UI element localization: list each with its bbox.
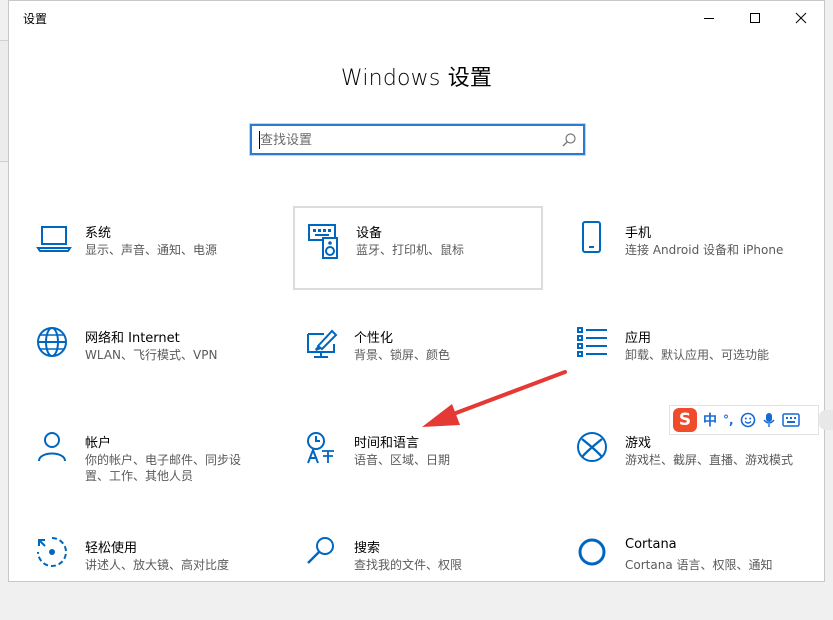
emoji-icon[interactable] — [740, 412, 756, 428]
keyboard-icon[interactable] — [781, 413, 800, 427]
annotation-arrow — [422, 370, 567, 427]
ime-logo[interactable]: S — [673, 408, 697, 432]
ime-user-tab[interactable] — [819, 410, 833, 430]
ime-punct-toggle[interactable]: °, — [723, 413, 734, 427]
microphone-icon[interactable] — [762, 412, 776, 428]
ime-toolbar[interactable]: S 中 °, — [669, 405, 819, 435]
ime-mode-toggle[interactable]: 中 — [703, 410, 717, 430]
